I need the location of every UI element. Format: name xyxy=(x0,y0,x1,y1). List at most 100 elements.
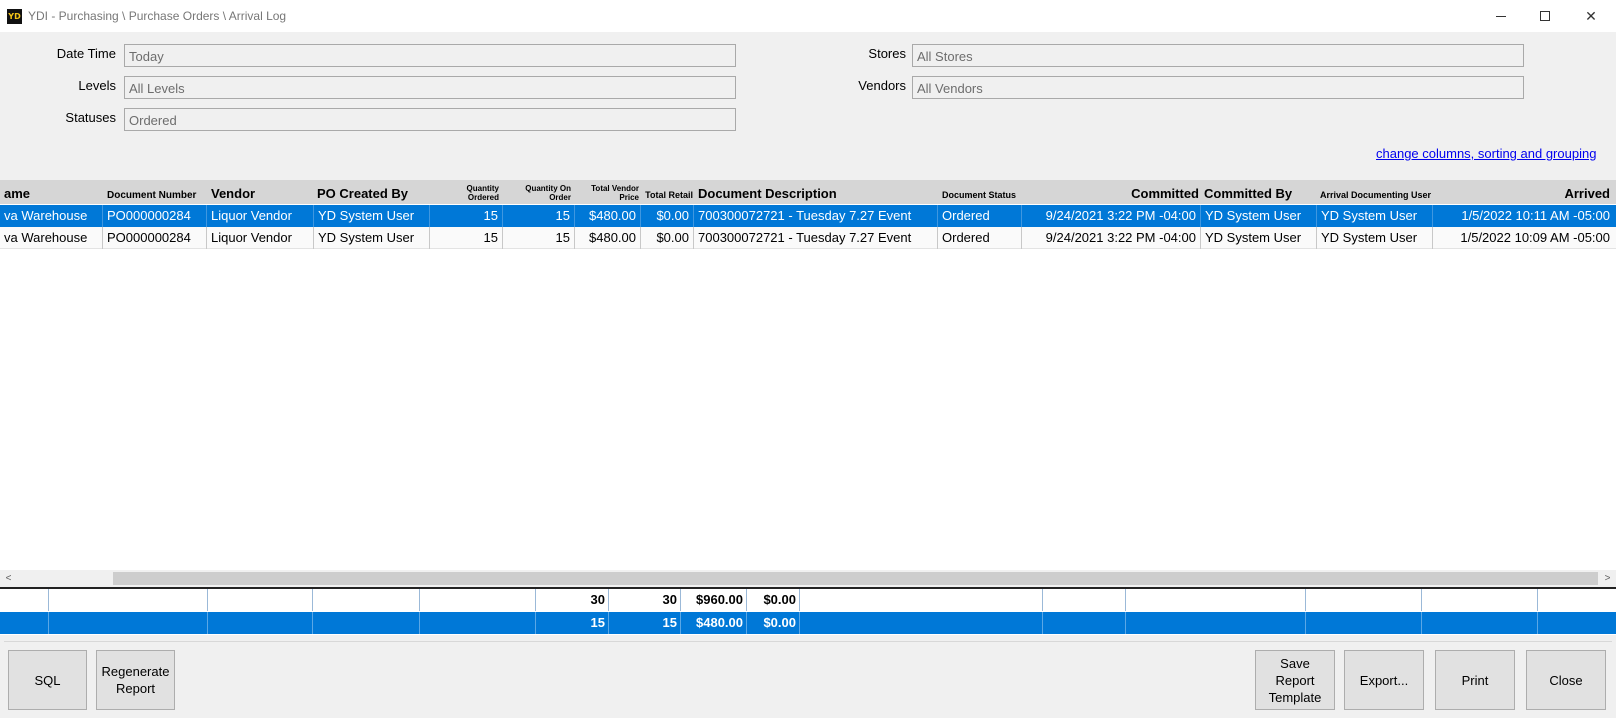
cell-document-description: 700300072721 - Tuesday 7.27 Event xyxy=(694,205,938,227)
close-icon: ✕ xyxy=(1585,7,1597,24)
arrival-log-window: YD YDI - Purchasing \ Purchase Orders \ … xyxy=(0,0,1616,718)
summary-totals-row: 30 30 $960.00 $0.00 xyxy=(0,589,1616,611)
summary-cell xyxy=(1538,612,1616,634)
date-time-field[interactable]: Today xyxy=(124,44,736,67)
col-header-total-retail[interactable]: Total Retail xyxy=(640,180,696,204)
summary-cell xyxy=(313,612,420,634)
col-header-arrival-documenting-user[interactable]: Arrival Documenting User xyxy=(1316,180,1432,204)
close-button[interactable]: Close xyxy=(1526,650,1606,710)
summary-cell xyxy=(1126,612,1306,634)
summary-cell xyxy=(1043,589,1126,611)
col-header-name[interactable]: ame xyxy=(0,180,105,204)
summary-cell xyxy=(420,612,536,634)
summary-cell xyxy=(0,612,49,634)
stores-field[interactable]: All Stores xyxy=(912,44,1524,67)
minimize-button[interactable] xyxy=(1478,0,1524,32)
scroll-right-icon[interactable]: > xyxy=(1599,570,1616,587)
sel-quantity-ordered: 15 xyxy=(536,612,609,634)
col-header-total-vendor-price[interactable]: Total Vendor Price xyxy=(576,180,642,204)
levels-field[interactable]: All Levels xyxy=(124,76,736,99)
cell-arrival-documenting-user: YD System User xyxy=(1317,227,1433,249)
col-header-document-number[interactable]: Document Number xyxy=(103,180,207,204)
cell-committed-by: YD System User xyxy=(1201,205,1317,227)
maximize-icon xyxy=(1540,11,1550,21)
scroll-left-icon[interactable]: < xyxy=(0,570,17,587)
save-report-template-button[interactable]: Save Report Template xyxy=(1255,650,1335,710)
save-report-template-label-1: Save xyxy=(1280,655,1310,671)
save-report-template-label-2: Report xyxy=(1275,672,1315,688)
cell-arrived: 1/5/2022 10:11 AM -05:00 xyxy=(1461,208,1610,223)
summary-cell xyxy=(49,589,208,611)
print-button[interactable]: Print xyxy=(1435,650,1515,710)
summary-cell xyxy=(1306,589,1422,611)
cell-quantity-on-order: 15 xyxy=(503,205,575,227)
summary-cell xyxy=(1538,589,1616,611)
cell-arrival-documenting-user: YD System User xyxy=(1317,205,1433,227)
summary-cell xyxy=(420,589,536,611)
col-header-quantity-on-order[interactable]: Quantity On Order xyxy=(516,180,574,204)
cell-quantity-on-order: 15 xyxy=(503,227,575,249)
summary-cell xyxy=(208,612,313,634)
statuses-field[interactable]: Ordered xyxy=(124,108,736,131)
sel-total-retail: $0.00 xyxy=(747,612,800,634)
save-report-template-label-3: Template xyxy=(1268,689,1322,705)
horizontal-scrollbar[interactable]: < > xyxy=(0,570,1616,587)
col-header-committed[interactable]: Committed xyxy=(1022,180,1202,204)
regenerate-report-label-2: Report xyxy=(115,681,156,696)
change-columns-link[interactable]: change columns, sorting and grouping xyxy=(1376,146,1596,161)
col-header-document-status[interactable]: Document Status xyxy=(938,180,1022,204)
sel-total-vendor-price: $480.00 xyxy=(681,612,747,634)
window-title: YDI - Purchasing \ Purchase Orders \ Arr… xyxy=(28,9,287,23)
cell-total-retail: $0.00 xyxy=(641,227,694,249)
cell-po-created-by: YD System User xyxy=(314,205,430,227)
stores-label: Stores xyxy=(868,46,906,61)
cell-committed-by: YD System User xyxy=(1201,227,1317,249)
maximize-button[interactable] xyxy=(1522,0,1568,32)
results-grid: ame Document Number Vendor PO Created By… xyxy=(0,180,1616,570)
summary-cell xyxy=(1422,589,1538,611)
table-row[interactable]: va Warehouse PO000000284 Liquor Vendor Y… xyxy=(0,205,1616,227)
minimize-icon xyxy=(1496,15,1506,17)
summary-cell xyxy=(0,589,49,611)
summary-cell xyxy=(800,612,1043,634)
regenerate-report-label-1: Regenerate xyxy=(101,664,170,679)
col-header-arrived[interactable]: Arrived xyxy=(1432,180,1616,204)
title-bar: YD YDI - Purchasing \ Purchase Orders \ … xyxy=(0,0,1616,32)
col-header-vendor[interactable]: Vendor xyxy=(207,180,313,204)
cell-arrived: 1/5/2022 10:09 AM -05:00 xyxy=(1460,230,1610,245)
cell-document-number: PO000000284 xyxy=(103,205,207,227)
cell-total-retail: $0.00 xyxy=(641,205,694,227)
cell-quantity-ordered: 15 xyxy=(430,205,503,227)
grid-header: ame Document Number Vendor PO Created By… xyxy=(0,180,1616,204)
cell-document-number: PO000000284 xyxy=(103,227,207,249)
levels-label: Levels xyxy=(78,78,116,93)
regenerate-report-button[interactable]: Regenerate Report xyxy=(96,650,175,710)
sum-total-vendor-price: $960.00 xyxy=(681,589,747,611)
summary-cell xyxy=(800,589,1043,611)
col-header-quantity-ordered[interactable]: Quantity Ordered xyxy=(458,180,502,204)
summary-cell xyxy=(1126,589,1306,611)
divider xyxy=(4,641,1612,642)
summary-cell xyxy=(313,589,420,611)
sql-button[interactable]: SQL xyxy=(8,650,87,710)
summary-cell xyxy=(208,589,313,611)
date-time-label: Date Time xyxy=(56,46,116,61)
scrollbar-thumb[interactable] xyxy=(113,572,1598,585)
col-header-document-description[interactable]: Document Description xyxy=(694,180,938,204)
vendors-field[interactable]: All Vendors xyxy=(912,76,1524,99)
close-window-button[interactable]: ✕ xyxy=(1568,0,1614,32)
summary-cell xyxy=(1306,612,1422,634)
table-row[interactable]: va Warehouse PO000000284 Liquor Vendor Y… xyxy=(0,227,1616,249)
app-logo-icon: YD xyxy=(7,9,22,24)
cell-committed: 9/24/2021 3:22 PM -04:00 xyxy=(1022,227,1201,249)
cell-document-status: Ordered xyxy=(938,205,1022,227)
col-header-po-created-by[interactable]: PO Created By xyxy=(313,180,430,204)
cell-vendor: Liquor Vendor xyxy=(207,227,314,249)
summary-cell xyxy=(1043,612,1126,634)
vendors-label: Vendors xyxy=(858,78,906,93)
cell-committed: 9/24/2021 3:22 PM -04:00 xyxy=(1022,205,1201,227)
export-button[interactable]: Export... xyxy=(1344,650,1424,710)
col-header-committed-by[interactable]: Committed By xyxy=(1200,180,1316,204)
cell-document-status: Ordered xyxy=(938,227,1022,249)
cell-document-description: 700300072721 - Tuesday 7.27 Event xyxy=(694,227,938,249)
